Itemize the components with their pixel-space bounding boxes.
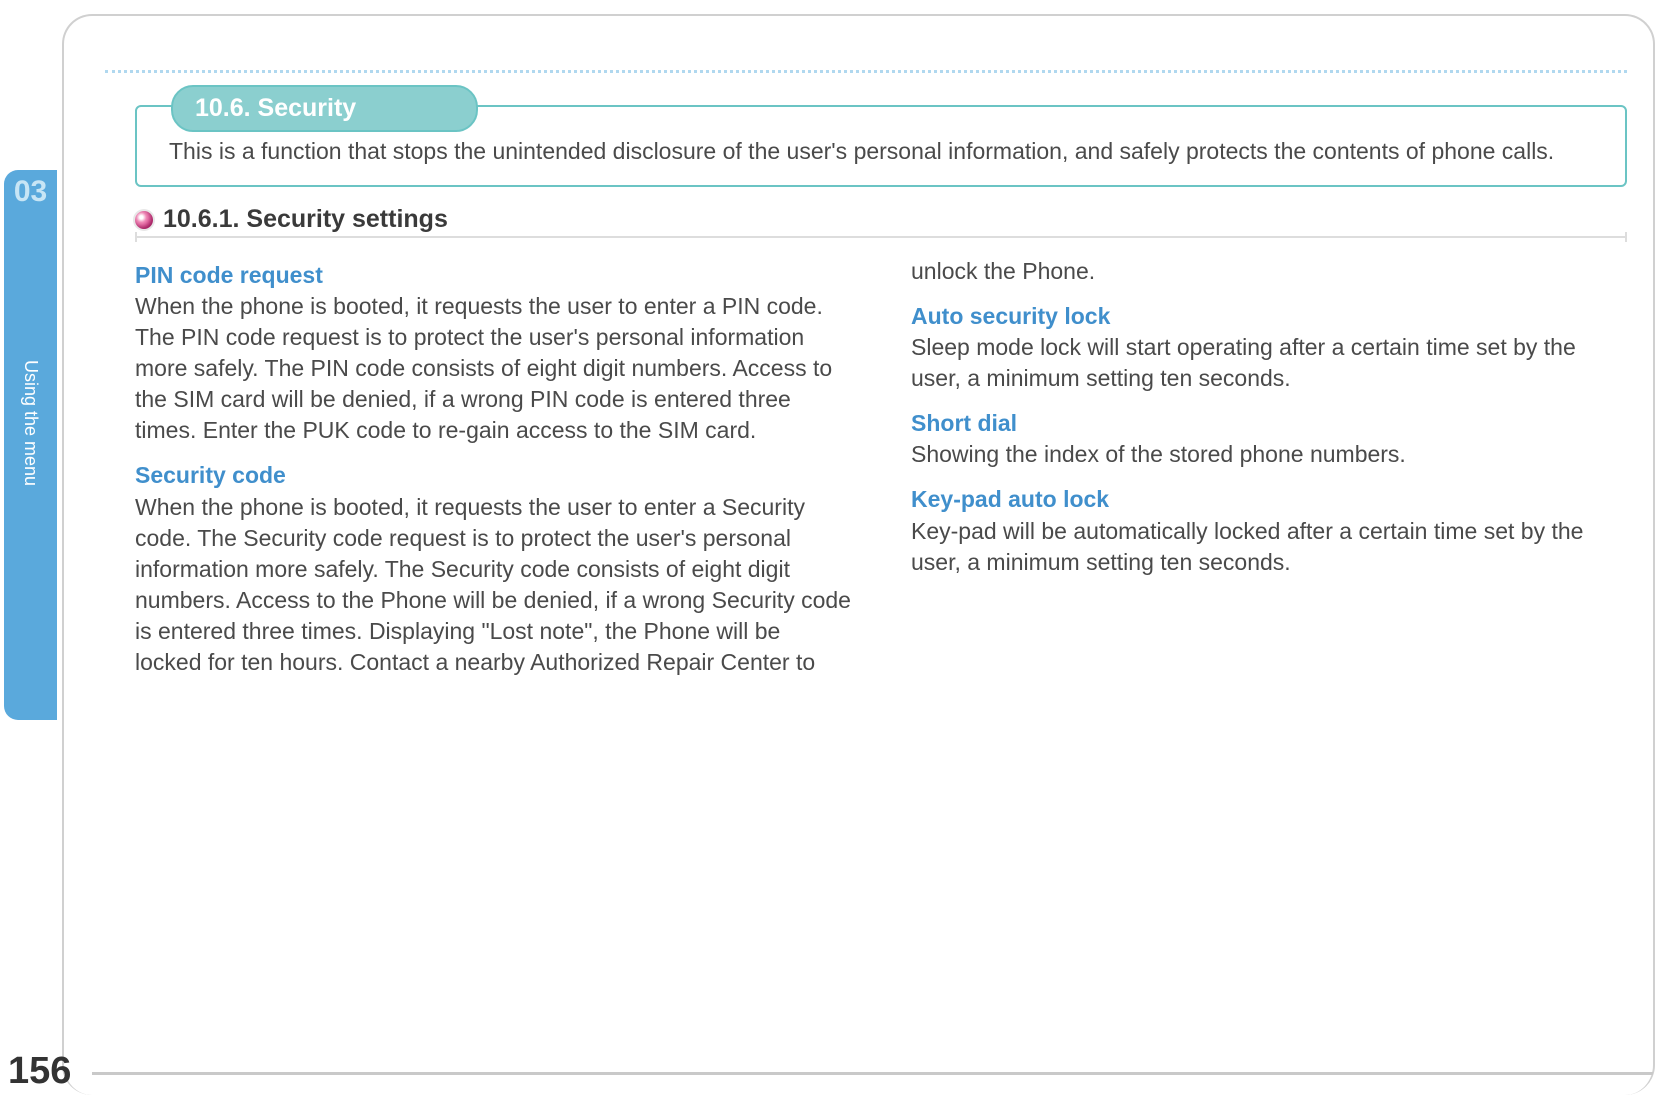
column-right: unlock the Phone. Auto security lock Sle… (911, 256, 1627, 678)
body-columns: PIN code request When the phone is boote… (135, 256, 1627, 678)
heading-security-code: Security code (135, 460, 851, 491)
chapter-number: 03 (4, 175, 57, 209)
side-label: Using the menu (4, 360, 57, 560)
section-title-pill: 10.6. Security (171, 85, 478, 132)
heading-short-dial: Short dial (911, 408, 1627, 439)
para-security-code: When the phone is booted, it requests th… (135, 492, 851, 678)
para-pin-code-request: When the phone is booted, it requests th… (135, 291, 851, 446)
para-short-dial: Showing the index of the stored phone nu… (911, 439, 1627, 470)
para-auto-security-lock: Sleep mode lock will start operating aft… (911, 332, 1627, 394)
dotted-divider (105, 70, 1627, 73)
page-number: 156 (0, 1050, 71, 1095)
bullet-icon (135, 211, 153, 229)
subsection-header: 10.6.1. Security settings (135, 205, 1627, 238)
column-left: PIN code request When the phone is boote… (135, 256, 851, 678)
footer-rule (92, 1072, 1653, 1075)
heading-auto-security-lock: Auto security lock (911, 301, 1627, 332)
subsection-title: 10.6.1. Security settings (163, 205, 448, 234)
para-continuation: unlock the Phone. (911, 256, 1627, 287)
heading-pin-code-request: PIN code request (135, 260, 851, 291)
section-description: This is a function that stops the uninte… (169, 135, 1605, 167)
content-area: 10.6. Security This is a function that s… (105, 70, 1627, 678)
section-box: 10.6. Security This is a function that s… (135, 105, 1627, 187)
para-keypad-auto-lock: Key-pad will be automatically locked aft… (911, 516, 1627, 578)
heading-keypad-auto-lock: Key-pad auto lock (911, 484, 1627, 515)
